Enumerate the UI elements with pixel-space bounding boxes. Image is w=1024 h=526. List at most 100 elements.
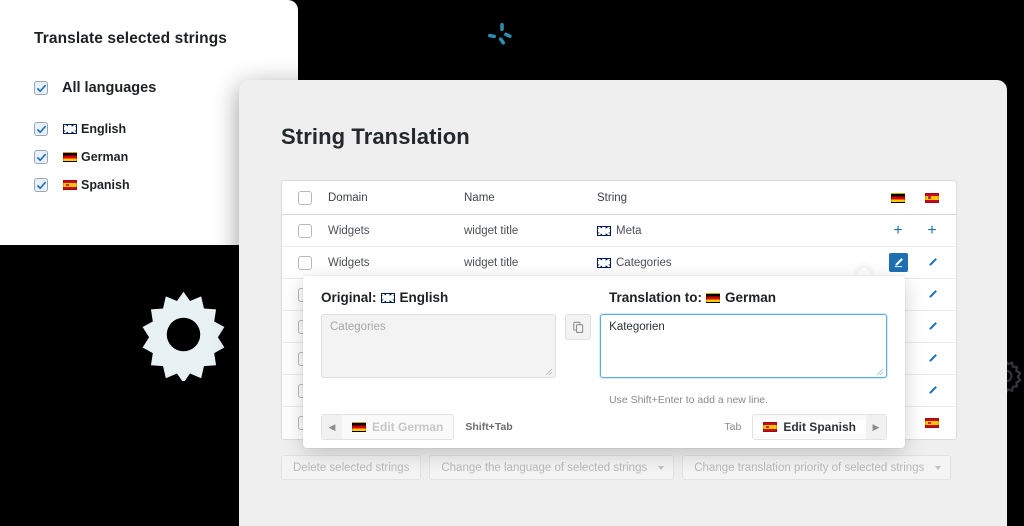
- previous-language-group: ◀ Edit German Shift+Tab: [321, 414, 513, 440]
- gear-icon: [142, 291, 225, 381]
- string-translation-panel: String Translation Domain Name String Wi…: [239, 80, 1007, 526]
- translation-editor-popup: Original: English Translation to: German…: [303, 276, 905, 448]
- column-header-spanish: [918, 192, 946, 203]
- editor-footer: ◀ Edit German Shift+Tab Tab Edit Spanish: [321, 414, 887, 440]
- checkbox-german[interactable]: [34, 150, 48, 164]
- chevron-down-icon: [658, 465, 665, 470]
- plus-icon[interactable]: +: [927, 222, 936, 239]
- next-language-group: Tab Edit Spanish ▶: [724, 414, 887, 440]
- original-label: Original:: [321, 290, 377, 305]
- flag-icon-german: [891, 192, 905, 203]
- cell-spanish-action[interactable]: [918, 285, 946, 304]
- cell-spanish-action[interactable]: [918, 253, 946, 272]
- pencil-icon[interactable]: [923, 285, 942, 304]
- change-priority-select[interactable]: Change translation priority of selected …: [682, 455, 952, 480]
- flag-icon-english: [597, 225, 611, 236]
- screenshot-stage: Translate selected strings All languages…: [0, 0, 1024, 526]
- loading-spinner-icon: [488, 23, 512, 45]
- row-select-cell[interactable]: [282, 223, 328, 238]
- plus-icon[interactable]: +: [893, 222, 902, 239]
- translation-text-value: Kategorien: [609, 321, 665, 333]
- checkbox-row[interactable]: [298, 255, 312, 270]
- shortcut-shift-tab: Shift+Tab: [465, 421, 513, 433]
- flag-icon-english: [380, 292, 395, 303]
- pencil-icon[interactable]: [923, 317, 942, 336]
- checkbox-select-all[interactable]: [298, 190, 312, 205]
- editor-hint: Use Shift+Enter to add a new line.: [609, 394, 769, 406]
- change-language-select[interactable]: Change the language of selected strings: [429, 455, 675, 480]
- edit-german-label: Edit German: [372, 420, 444, 434]
- flag-icon-spanish: [63, 180, 77, 190]
- change-priority-select-label: Change translation priority of selected …: [694, 461, 925, 474]
- pencil-icon-active[interactable]: [888, 253, 908, 272]
- cell-spanish-action[interactable]: [918, 418, 946, 428]
- label-spanish: Spanish: [81, 178, 130, 192]
- flag-icon-german: [352, 422, 366, 432]
- column-header-string[interactable]: String: [597, 192, 884, 204]
- cell-spanish-action[interactable]: [918, 381, 946, 400]
- cell-spanish-action[interactable]: [918, 317, 946, 336]
- original-language: English: [399, 290, 449, 305]
- spanish-flag-icon: [925, 418, 939, 428]
- checkbox-spanish[interactable]: [34, 178, 48, 192]
- cell-spanish-action[interactable]: +: [918, 222, 946, 239]
- cell-string-text: Categories: [616, 256, 672, 269]
- cell-string: Categories: [597, 257, 884, 269]
- table-header-row: Domain Name String: [282, 181, 956, 215]
- pencil-icon[interactable]: [923, 381, 942, 400]
- cell-domain: Widgets: [328, 224, 370, 237]
- cell-german-action[interactable]: [884, 253, 912, 272]
- page-title: String Translation: [281, 124, 470, 149]
- flag-icon-spanish: [763, 422, 778, 432]
- label-german: German: [81, 150, 129, 164]
- shortcut-tab: Tab: [724, 421, 742, 433]
- pencil-icon[interactable]: [923, 349, 942, 368]
- chevron-down-icon: [935, 465, 942, 470]
- original-text-field[interactable]: Categories: [321, 314, 557, 378]
- flag-icon-german: [63, 152, 77, 162]
- row-select-cell[interactable]: [282, 255, 328, 270]
- label-all-languages: All languages: [62, 80, 157, 96]
- original-heading: Original: English: [321, 290, 609, 305]
- edit-spanish-label-wrap: Edit Spanish: [753, 420, 866, 434]
- column-header-domain[interactable]: Domain: [328, 192, 464, 204]
- cell-german-action[interactable]: +: [884, 222, 912, 239]
- resize-handle[interactable]: [545, 368, 553, 376]
- column-header-name[interactable]: Name: [464, 192, 597, 204]
- change-language-select-label: Change the language of selected strings: [441, 461, 648, 474]
- cell-string-text: Meta: [616, 224, 642, 237]
- pencil-icon[interactable]: [923, 253, 942, 272]
- edit-german-button[interactable]: ◀ Edit German: [321, 414, 455, 440]
- cell-domain: Widgets: [328, 256, 370, 269]
- flag-icon-spanish: [925, 192, 939, 203]
- cell-name: widget title: [464, 224, 519, 237]
- delete-selected-strings-button[interactable]: Delete selected strings: [281, 455, 422, 480]
- chevron-left-icon: ◀: [322, 415, 342, 439]
- bulk-actions-bar: Delete selected strings Change the langu…: [281, 455, 952, 480]
- resize-handle[interactable]: [876, 368, 884, 376]
- flag-icon-english: [63, 124, 77, 134]
- editor-body: Categories Kategorien: [321, 314, 887, 378]
- flag-icon-english: [597, 257, 611, 268]
- checkbox-row[interactable]: [298, 223, 312, 238]
- translation-heading: Translation to: German: [609, 290, 776, 305]
- editor-headings: Original: English Translation to: German: [321, 290, 887, 305]
- copy-icon: [573, 321, 583, 333]
- checkbox-english[interactable]: [34, 122, 48, 136]
- cell-name: widget title: [464, 256, 519, 269]
- edit-spanish-label: Edit Spanish: [783, 420, 856, 434]
- original-text-placeholder: Categories: [330, 321, 386, 333]
- checkbox-all-languages[interactable]: [34, 81, 48, 95]
- column-header-german: [884, 192, 912, 203]
- edit-german-label-wrap: Edit German: [342, 420, 454, 434]
- translation-text-field[interactable]: Kategorien: [600, 314, 887, 378]
- translation-language: German: [725, 290, 777, 305]
- cell-string: Meta: [597, 225, 884, 237]
- translation-label: Translation to:: [609, 290, 703, 305]
- language-card-title: Translate selected strings: [34, 30, 227, 47]
- edit-spanish-button[interactable]: Edit Spanish ▶: [752, 414, 887, 440]
- copy-original-button[interactable]: [565, 314, 592, 340]
- cell-spanish-action[interactable]: [918, 349, 946, 368]
- table-row[interactable]: Widgets widget title Meta + +: [282, 215, 956, 247]
- select-all-cell[interactable]: [282, 190, 328, 205]
